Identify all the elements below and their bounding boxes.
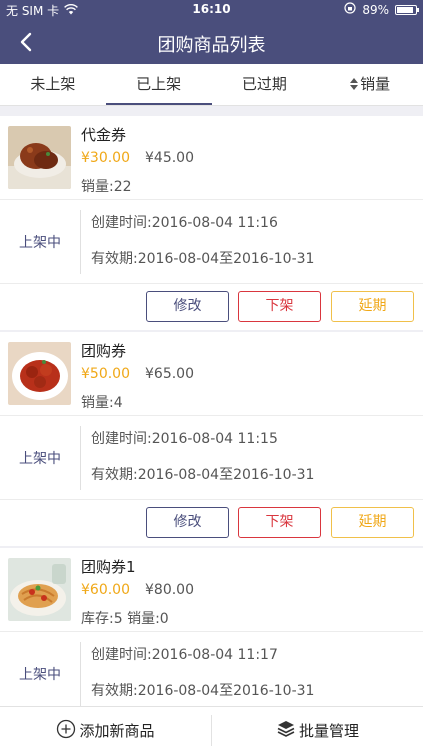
product-card: 团购券 ¥50.00 ¥65.00 销量:4 上架中 创建时间:2016-08-… (0, 332, 423, 546)
product-name: 团购券1 (81, 558, 136, 576)
product-card: 代金券 ¥30.00 ¥45.00 销量:22 上架中 创建时间:2016-08… (0, 116, 423, 330)
product-original-price: ¥45.00 (145, 150, 194, 166)
divider (80, 426, 81, 490)
validity-period: 有效期:2016-08-04至2016-10-31 (91, 251, 315, 267)
bottom-toolbar: 添加新商品 批量管理 (0, 706, 423, 754)
tab-sales-label: 销量 (360, 75, 391, 93)
batch-manage-button[interactable]: 批量管理 (212, 707, 423, 754)
divider (80, 210, 81, 274)
battery-icon (395, 4, 419, 15)
product-original-price: ¥65.00 (145, 366, 194, 382)
product-thumbnail[interactable] (8, 126, 71, 189)
product-stock-sales: 库存:5 销量:0 (81, 611, 169, 627)
add-product-button[interactable]: 添加新商品 (0, 707, 211, 754)
plus-circle-icon (56, 719, 76, 743)
status-label: 上架中 (19, 667, 61, 683)
product-price: ¥60.00 (81, 582, 130, 598)
validity-period: 有效期:2016-08-04至2016-10-31 (91, 683, 315, 699)
tab-bar: 未上架 已上架 已过期 销量 (0, 64, 423, 106)
extend-button[interactable]: 延期 (331, 507, 414, 538)
product-sales: 销量:4 (81, 395, 123, 411)
status-bar: 无 SIM 卡 16:10 89% (0, 0, 423, 20)
tab-sales-sort[interactable]: 销量 (317, 64, 423, 105)
product-original-price: ¥80.00 (145, 582, 194, 598)
status-label: 上架中 (19, 235, 61, 251)
batch-manage-label: 批量管理 (298, 722, 359, 740)
take-down-button[interactable]: 下架 (238, 291, 321, 322)
extend-button[interactable]: 延期 (331, 291, 414, 322)
created-time: 创建时间:2016-08-04 11:17 (91, 647, 278, 663)
sort-icon (350, 65, 359, 105)
edit-button[interactable]: 修改 (146, 291, 229, 322)
product-name: 代金券 (81, 126, 127, 144)
product-thumbnail[interactable] (8, 558, 71, 621)
product-sales: 销量:22 (81, 179, 132, 195)
add-product-label: 添加新商品 (79, 722, 155, 740)
validity-period: 有效期:2016-08-04至2016-10-31 (91, 467, 315, 483)
product-list: 代金券 ¥30.00 ¥45.00 销量:22 上架中 创建时间:2016-08… (0, 106, 423, 706)
page-title: 团购商品列表 (157, 35, 266, 56)
tab-listed[interactable]: 已上架 (105, 64, 212, 105)
nav-bar: 团购商品列表 (0, 20, 423, 64)
status-label: 上架中 (19, 451, 61, 467)
tab-expired[interactable]: 已过期 (212, 64, 318, 105)
product-price: ¥50.00 (81, 366, 130, 382)
created-time: 创建时间:2016-08-04 11:15 (91, 431, 278, 447)
take-down-button[interactable]: 下架 (238, 507, 321, 538)
tab-unlisted[interactable]: 未上架 (0, 64, 106, 105)
product-name: 团购券 (81, 342, 127, 360)
battery-percent: 89% (362, 2, 389, 17)
product-price: ¥30.00 (81, 150, 130, 166)
created-time: 创建时间:2016-08-04 11:16 (91, 215, 278, 231)
product-thumbnail[interactable] (8, 342, 71, 405)
divider (80, 642, 81, 706)
edit-button[interactable]: 修改 (146, 507, 229, 538)
layers-icon (276, 719, 296, 743)
product-card: 团购券1 ¥60.00 ¥80.00 库存:5 销量:0 上架中 创建时间:20… (0, 548, 423, 706)
orientation-lock-icon (344, 2, 356, 17)
